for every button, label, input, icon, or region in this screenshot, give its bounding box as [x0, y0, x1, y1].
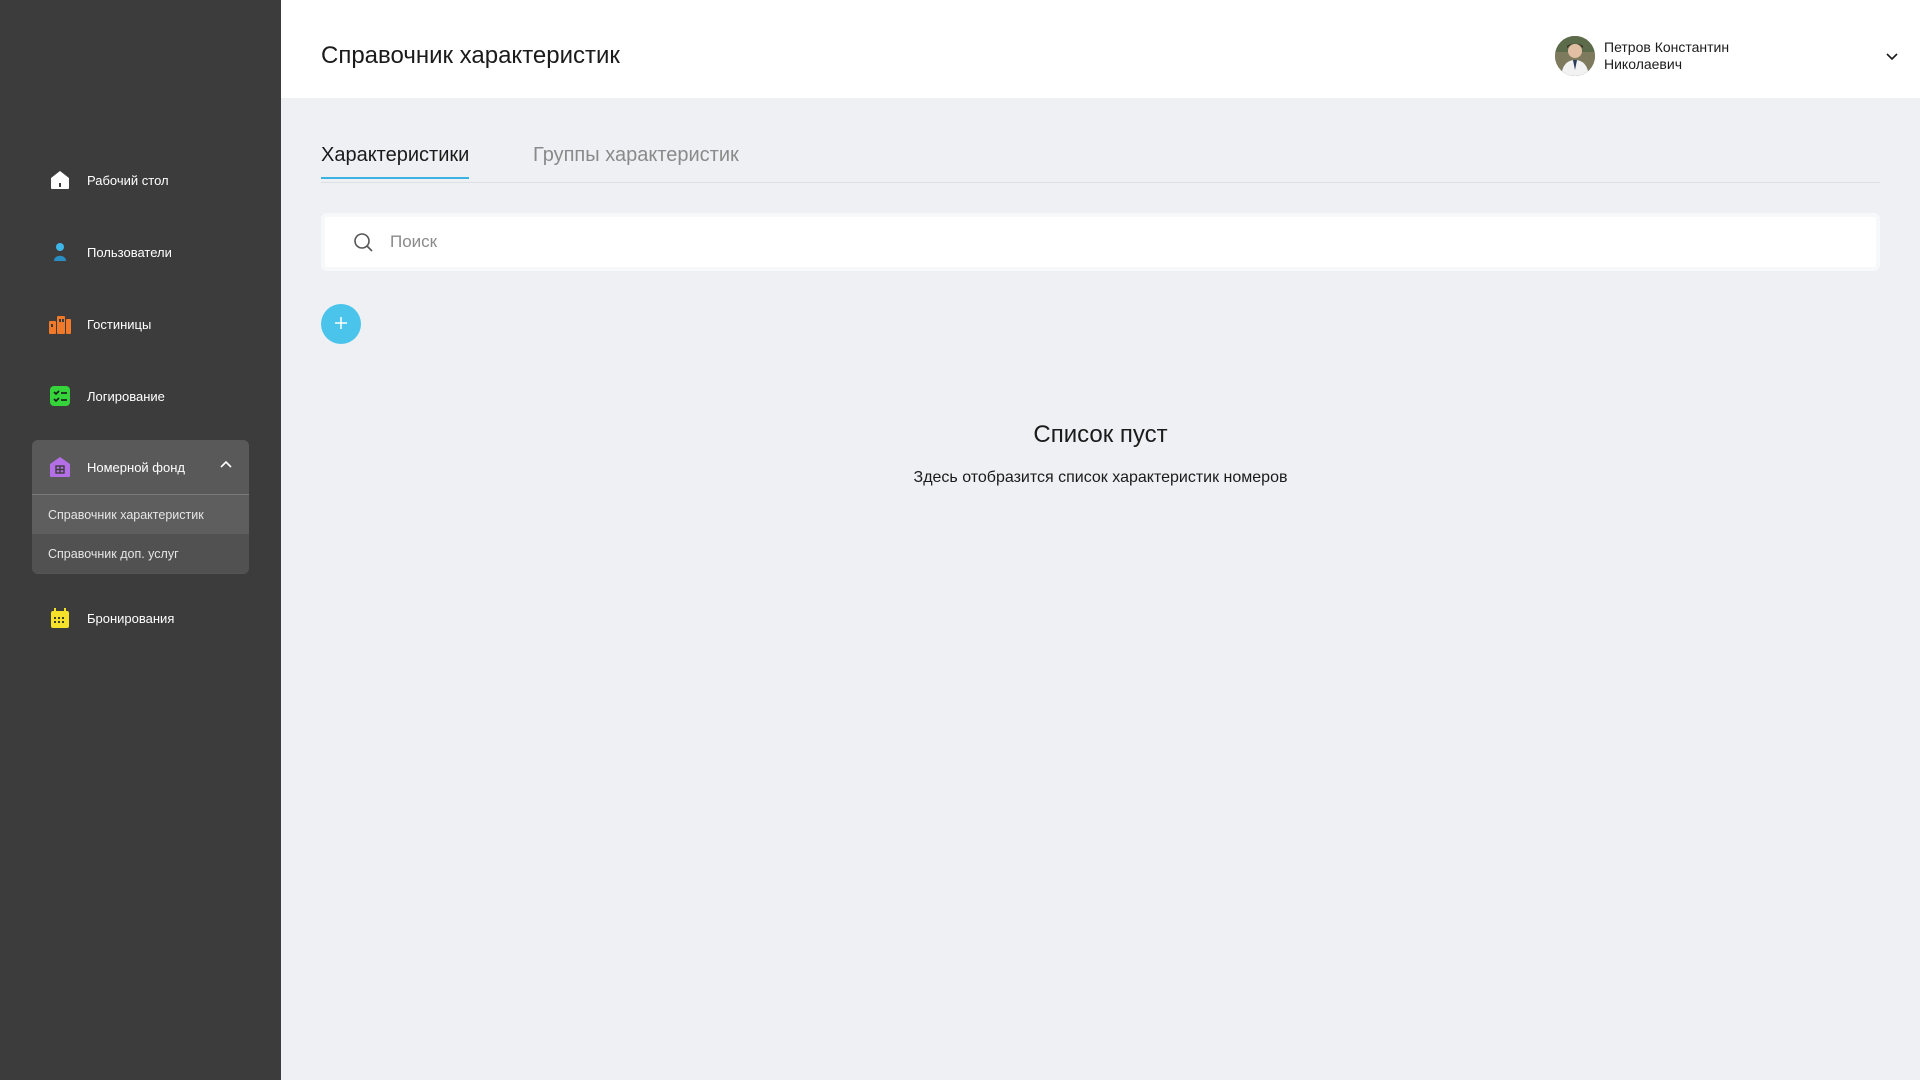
top-header: Справочник характеристик Петров Констант…	[281, 0, 1920, 98]
plus-icon	[333, 315, 349, 334]
main-content: Справочник характеристик Петров Констант…	[281, 0, 1920, 1080]
search-input[interactable]	[388, 231, 1858, 253]
sidebar-group-room-stock: Номерной фонд Справочник характеристик С…	[32, 440, 249, 574]
sidebar-item-label: Номерной фонд	[87, 459, 185, 475]
sidebar-subitem-characteristics[interactable]: Справочник характеристик	[32, 495, 249, 534]
page-title: Справочник характеристик	[321, 42, 620, 69]
add-characteristic-button[interactable]	[321, 304, 361, 344]
sidebar-item-room-stock[interactable]: Номерной фонд	[32, 440, 249, 495]
sidebar-item-bookings[interactable]: Бронирования	[32, 592, 249, 644]
empty-state: Список пуст Здесь отобразится список хар…	[321, 421, 1880, 487]
sidebar-item-dashboard[interactable]: Рабочий стол	[32, 154, 249, 206]
room-stock-icon	[48, 455, 72, 479]
chevron-up-icon[interactable]	[219, 458, 233, 477]
avatar	[1555, 36, 1595, 76]
empty-state-text: Здесь отобразится список характеристик н…	[913, 469, 1288, 486]
empty-state-title: Список пуст	[1033, 421, 1168, 448]
checklist-icon	[48, 384, 72, 408]
user-name: Петров Константин Николаевич	[1604, 39, 1730, 72]
user-icon	[48, 240, 72, 264]
sidebar-item-label: Рабочий стол	[87, 172, 169, 188]
buildings-icon	[48, 312, 72, 336]
tab-characteristic-groups[interactable]: Группы характеристик	[533, 144, 739, 177]
user-menu[interactable]: Петров Константин Николаевич	[1555, 36, 1900, 76]
sidebar: Рабочий стол Пользователи Гостиницы Логи…	[0, 0, 281, 1080]
sidebar-item-label: Пользователи	[87, 244, 172, 260]
tab-characteristics[interactable]: Характеристики	[321, 144, 470, 179]
home-icon	[48, 168, 72, 192]
search-icon	[352, 231, 374, 253]
chevron-down-icon[interactable]	[1884, 48, 1900, 64]
sidebar-item-users[interactable]: Пользователи	[32, 226, 249, 278]
sidebar-item-label: Логирование	[87, 388, 165, 404]
sidebar-item-label: Бронирования	[87, 610, 175, 626]
search-bar	[321, 213, 1880, 271]
sidebar-item-logging[interactable]: Логирование	[32, 370, 249, 422]
sidebar-item-hotels[interactable]: Гостиницы	[32, 298, 249, 350]
calendar-icon	[48, 606, 72, 630]
sidebar-subitem-extra-services[interactable]: Справочник доп. услуг	[32, 534, 249, 573]
tabs: Характеристики Группы характеристик	[321, 144, 1880, 183]
sidebar-item-label: Гостиницы	[87, 316, 152, 332]
